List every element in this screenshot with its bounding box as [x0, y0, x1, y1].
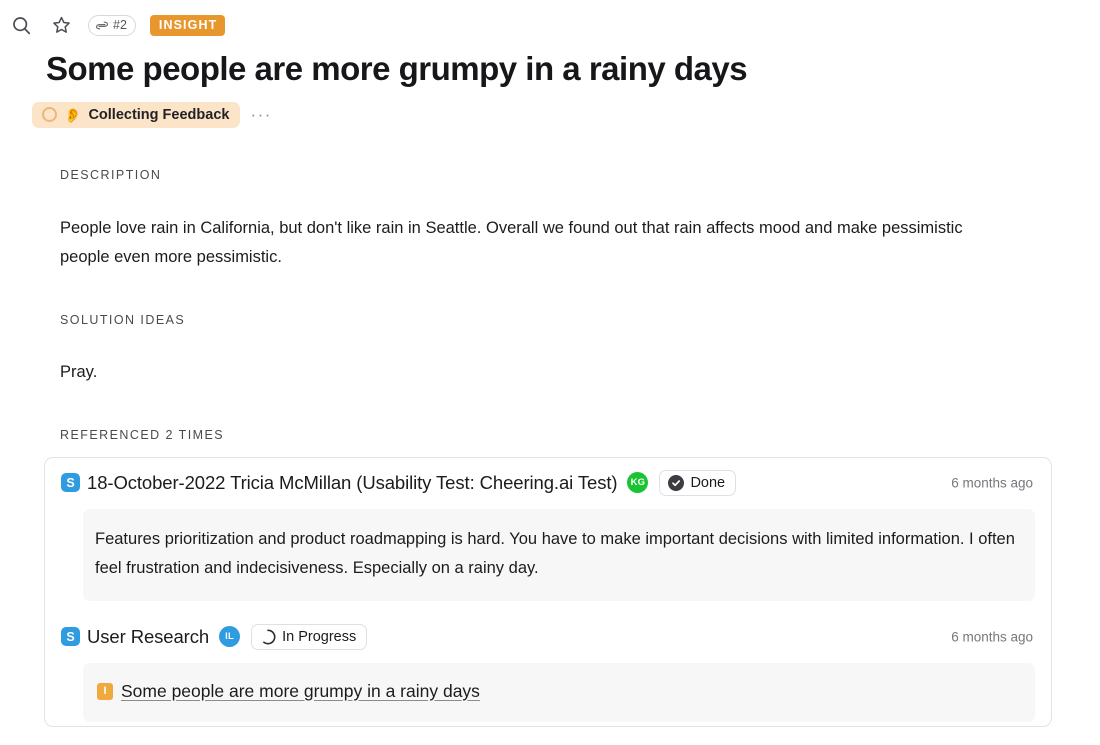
reference-item: S 18-October-2022 Tricia McMillan (Usabi… [45, 469, 1051, 605]
status-row: 👂 Collecting Feedback ··· [32, 101, 1100, 128]
more-options-button[interactable]: ··· [246, 106, 275, 123]
references-card: S 18-October-2022 Tricia McMillan (Usabi… [44, 456, 1052, 727]
empty-circle-icon [42, 107, 57, 123]
description-text: People love rain in California, but don'… [60, 218, 963, 266]
reference-count-pill[interactable]: #2 [88, 14, 136, 36]
status-badge[interactable]: 👂 Collecting Feedback [32, 101, 241, 128]
insight-detail-page: #2 INSIGHT Some people are more grumpy i… [0, 0, 1100, 745]
check-circle-icon [668, 474, 685, 491]
insight-badge-icon: I [97, 682, 113, 700]
avatar[interactable]: KG [627, 472, 649, 494]
page-title: Some people are more grumpy in a rainy d… [46, 50, 748, 87]
reference-item: S User Research IL In Progress 6 months … [45, 623, 1051, 726]
reference-title[interactable]: 18-October-2022 Tricia McMillan (Usabili… [87, 472, 618, 494]
linked-insight-row: I Some people are more grumpy in a rainy… [97, 677, 1017, 706]
timestamp: 6 months ago [951, 629, 1033, 645]
progress-arc-icon [263, 629, 276, 645]
reference-quote: Features prioritization and product road… [83, 508, 1035, 601]
status-label: Collecting Feedback [88, 106, 230, 123]
reference-header: S User Research IL In Progress 6 months … [45, 623, 1051, 650]
description-section-label: DESCRIPTION [60, 167, 162, 182]
status-badge[interactable]: In Progress [251, 623, 368, 650]
solution-ideas-text: Pray. [60, 362, 98, 381]
reference-title[interactable]: User Research [87, 626, 209, 648]
status-badge[interactable]: Done [659, 469, 737, 496]
search-icon[interactable] [8, 12, 34, 38]
insight-type-badge[interactable]: INSIGHT [149, 14, 226, 36]
loop-link-icon [95, 20, 109, 31]
reference-header: S 18-October-2022 Tricia McMillan (Usabi… [45, 469, 1051, 496]
source-icon: S [61, 627, 80, 647]
star-icon[interactable] [48, 12, 74, 38]
reference-quote: I Some people are more grumpy in a rainy… [83, 662, 1035, 722]
reference-count-label: #2 [113, 18, 127, 32]
solution-ideas-section-label: SOLUTION IDEAS [60, 312, 186, 327]
status-label: Done [690, 474, 726, 491]
ear-emoji-icon: 👂 [64, 106, 82, 123]
avatar[interactable]: IL [219, 626, 241, 648]
referenced-section-label: REFERENCED 2 TIMES [60, 427, 225, 442]
linked-insight-link[interactable]: Some people are more grumpy in a rainy d… [121, 677, 480, 706]
timestamp: 6 months ago [951, 475, 1033, 491]
top-toolbar: #2 INSIGHT [0, 0, 1100, 40]
source-icon: S [61, 473, 80, 493]
status-label: In Progress [282, 628, 357, 645]
